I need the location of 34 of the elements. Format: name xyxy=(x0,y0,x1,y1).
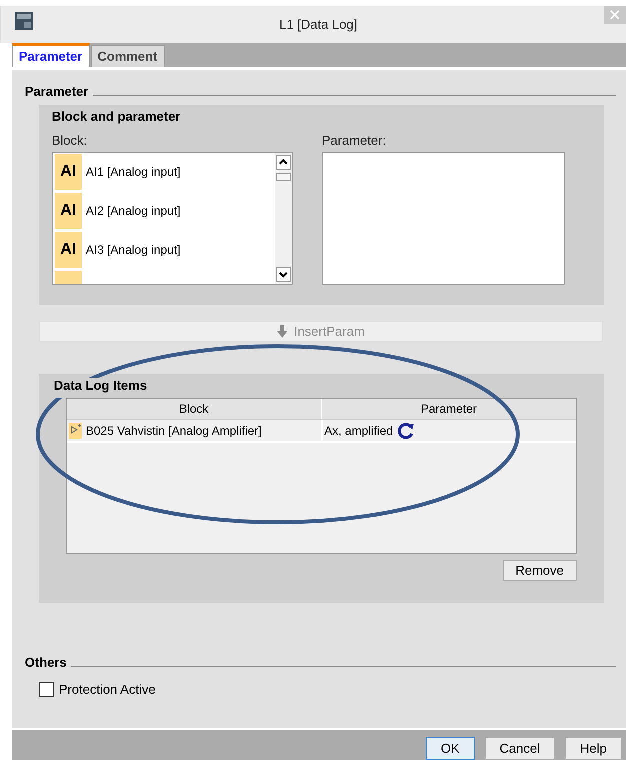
close-icon xyxy=(610,10,620,20)
section-heading: Parameter xyxy=(25,84,89,99)
table-cell: B025 Vahvistin [Analog Amplifier] xyxy=(86,424,262,438)
window-title: L1 [Data Log] xyxy=(278,17,359,32)
section-heading: Others xyxy=(25,655,67,670)
tab[interactable]: Comment xyxy=(90,45,165,67)
dialog-button[interactable]: Cancel xyxy=(484,736,556,760)
block-list-item[interactable]: AI1 [Analog input] xyxy=(86,165,181,179)
panel-title: Block and parameter xyxy=(52,109,182,126)
table-cell: Ax, amplified xyxy=(324,424,394,438)
refresh-icon xyxy=(397,422,416,440)
column-header[interactable]: Block xyxy=(67,399,322,419)
parameter-label: Parameter: xyxy=(322,133,388,148)
checkbox[interactable] xyxy=(39,682,54,697)
checkbox-label[interactable]: Protection Active xyxy=(59,682,156,697)
down-arrow-icon xyxy=(277,325,288,338)
amplifier-block-icon xyxy=(69,422,82,438)
block-type-badge: AI xyxy=(55,232,82,268)
dialog-button[interactable]: OK xyxy=(426,736,475,760)
tab[interactable]: Parameter xyxy=(12,43,90,67)
scroll-up-icon[interactable] xyxy=(276,155,291,170)
app-logo-icon xyxy=(15,12,33,30)
block-type-badge: AI xyxy=(55,154,82,190)
column-header[interactable]: Parameter xyxy=(322,399,576,419)
block-list-item[interactable]: AI3 [Analog input] xyxy=(86,243,181,257)
remove-button[interactable]: Remove xyxy=(502,560,577,581)
scrollbar[interactable] xyxy=(275,153,292,284)
scroll-down-icon[interactable] xyxy=(276,267,291,282)
block-list-item[interactable]: AI2 [Analog input] xyxy=(86,204,181,218)
block-type-badge: AI xyxy=(55,193,82,229)
scroll-thumb[interactable] xyxy=(276,173,291,181)
block-label: Block: xyxy=(52,133,88,148)
dialog-button[interactable]: Help xyxy=(565,736,622,760)
panel-title: Data Log Items xyxy=(52,378,150,398)
